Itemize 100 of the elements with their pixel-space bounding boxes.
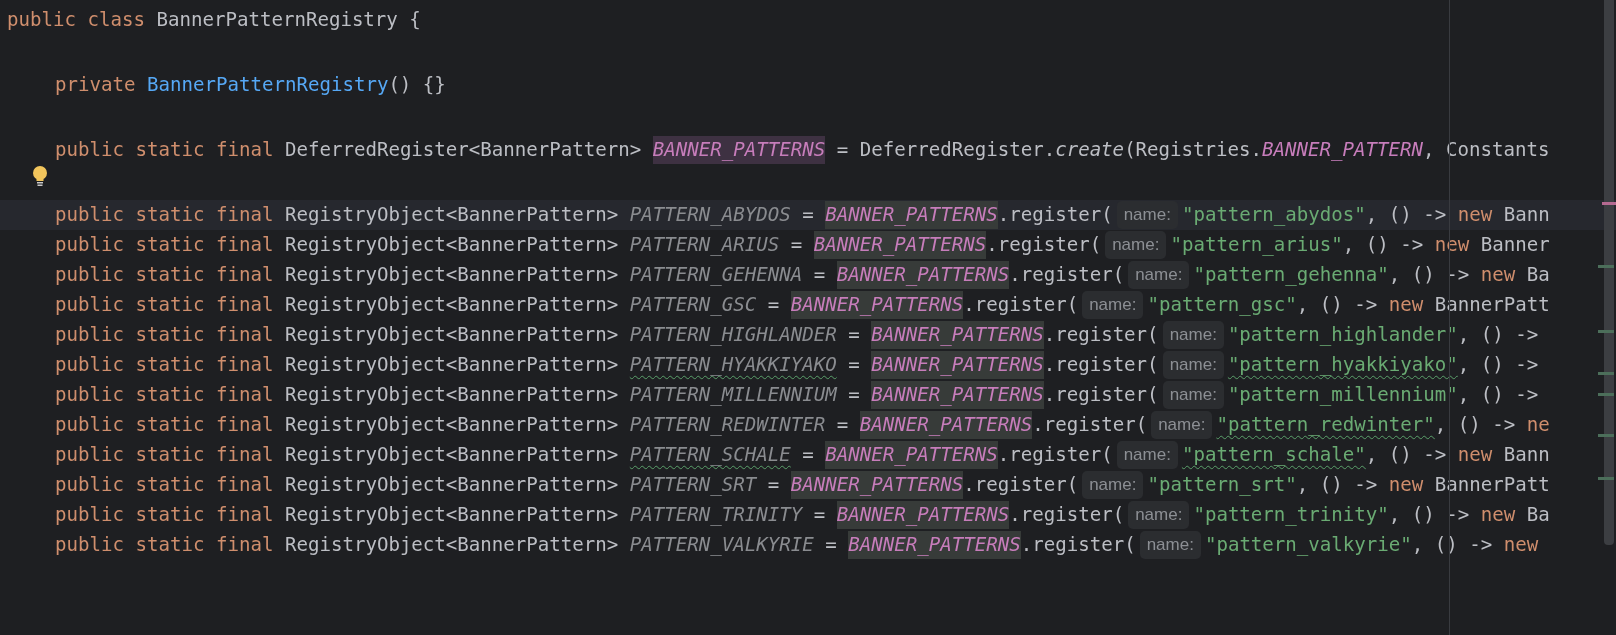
string-literal: "pattern_arius"	[1170, 231, 1343, 258]
code-text: .register(	[963, 471, 1079, 498]
static-field: BANNER_PATTERNS	[848, 530, 1021, 560]
static-field: BANNER_PATTERNS	[825, 200, 998, 230]
code-keyword: new	[1480, 261, 1517, 288]
code-keyword: new	[1457, 201, 1494, 228]
string-literal: "pattern_gsc"	[1147, 291, 1297, 318]
code-text: .register(	[1043, 381, 1159, 408]
string-literal: "pattern_hyakkiyako"	[1227, 351, 1458, 378]
code-text: RegistryObject<BannerPattern>	[284, 201, 620, 228]
code-keyword: public class	[7, 6, 146, 33]
code-text: .register(	[1043, 321, 1159, 348]
code-text: , () ->	[1457, 351, 1539, 378]
code-text: =	[812, 261, 827, 288]
code-text: , () ->	[1457, 321, 1539, 348]
constant-name: PATTERN_GSC	[629, 291, 757, 318]
string-literal: "pattern_schale"	[1181, 441, 1366, 468]
code-text: , () ->	[1296, 471, 1379, 498]
string-literal: "pattern_abydos"	[1181, 201, 1366, 228]
code-keyword: public static final	[55, 136, 275, 163]
static-field: BANNER_PATTERNS	[790, 470, 964, 500]
code-text: RegistryObject<BannerPattern>	[284, 441, 620, 468]
static-field: BANNER_PATTERNS	[859, 410, 1033, 440]
static-field: BANNER_PATTERNS	[871, 320, 1044, 350]
constant-name: PATTERN_HYAKKIYAKO	[629, 351, 837, 378]
code-text: Banner	[1480, 231, 1550, 258]
constant-name: PATTERN_SRT	[629, 471, 757, 498]
code-text: BannerPatternRegistry {	[156, 6, 421, 33]
code-text: .register(	[1020, 531, 1136, 558]
code-text: =	[824, 531, 838, 558]
code-text: , () ->	[1457, 381, 1539, 408]
constant-name: PATTERN_HIGHLANDER	[629, 321, 837, 348]
code-text: Bann	[1503, 201, 1550, 228]
constant-name: PATTERN_ARIUS	[629, 231, 780, 258]
code-text: =	[847, 381, 861, 408]
static-field: BANNER_PATTERNS	[652, 135, 826, 165]
string-literal: "pattern_srt"	[1147, 471, 1297, 498]
code-text: =	[835, 411, 850, 438]
code-text: , () ->	[1434, 411, 1517, 438]
string-literal: "pattern_redwinter"	[1216, 411, 1435, 438]
parameter-hint: name:	[1082, 291, 1144, 319]
code-text: DeferredRegister<BannerPattern>	[284, 136, 643, 163]
code-keyword: public static final	[55, 321, 275, 348]
constant-name: PATTERN_VALKYRIE	[629, 531, 814, 558]
code-text: () {}	[388, 71, 446, 98]
constant-name: PATTERN_MILLENNIUM	[629, 381, 837, 408]
error-stripe-marker	[1602, 202, 1616, 205]
code-keyword: private	[55, 71, 137, 98]
code-keyword: public static final	[55, 381, 275, 408]
code-text: RegistryObject<BannerPattern>	[284, 231, 620, 258]
code-keyword: public static final	[55, 501, 275, 528]
code-text: .register(	[986, 231, 1102, 258]
code-text: RegistryObject<BannerPattern>	[284, 291, 620, 318]
code-text: =	[766, 471, 781, 498]
code-text: RegistryObject<BannerPattern>	[284, 501, 620, 528]
code-keyword: public static final	[55, 471, 275, 498]
code-text: .register(	[963, 291, 1079, 318]
code-text: =	[801, 441, 815, 468]
code-text: .register(	[1009, 501, 1125, 528]
code-text: , () ->	[1296, 291, 1379, 318]
string-literal: "pattern_valkyrie"	[1204, 531, 1412, 558]
static-field: BANNER_PATTERNS	[825, 440, 998, 470]
code-text: (Registries.	[1124, 136, 1263, 163]
code-text: Bann	[1503, 441, 1550, 468]
change-marker	[1598, 434, 1614, 437]
method-name: BannerPatternRegistry	[146, 71, 389, 98]
code-text: , () ->	[1365, 441, 1448, 468]
code-keyword: public static final	[55, 231, 275, 258]
code-text: Ba	[1526, 261, 1550, 288]
static-field: BANNER_PATTERNS	[871, 380, 1044, 410]
code-text: , () ->	[1342, 231, 1425, 258]
code-text: , () ->	[1388, 501, 1471, 528]
code-keyword: public static final	[55, 351, 275, 378]
code-keyword: new	[1434, 231, 1471, 258]
parameter-hint: name:	[1151, 411, 1213, 439]
string-literal: "pattern_gehenna"	[1193, 261, 1389, 288]
code-text: .register(	[1043, 351, 1159, 378]
code-text: =	[847, 321, 861, 348]
lightbulb-icon[interactable]	[32, 165, 48, 186]
code-text: BannerPatt	[1434, 291, 1550, 318]
code-text: , () ->	[1365, 201, 1448, 228]
code-text: =	[789, 231, 804, 258]
code-text: RegistryObject<BannerPattern>	[284, 471, 620, 498]
code-text: =	[812, 501, 827, 528]
change-marker	[1598, 330, 1614, 333]
constant-name: PATTERN_ABYDOS	[629, 201, 791, 228]
code-keyword: public static final	[55, 201, 275, 228]
string-literal: "pattern_highlander"	[1227, 321, 1458, 348]
constant-name: PATTERN_REDWINTER	[629, 411, 826, 438]
code-keyword: new	[1503, 531, 1539, 558]
code-text: Ba	[1526, 501, 1550, 528]
static-field: BANNER_PATTERN	[1262, 135, 1423, 165]
code-text: RegistryObject<BannerPattern>	[284, 321, 620, 348]
code-text: =	[847, 351, 861, 378]
code-keyword: public static final	[55, 531, 275, 558]
change-marker	[1598, 372, 1614, 375]
code-keyword: public static final	[55, 261, 275, 288]
scrollbar-thumb[interactable]	[1604, 0, 1614, 545]
parameter-hint: name:	[1116, 201, 1178, 229]
code-keyword: new	[1388, 291, 1425, 318]
